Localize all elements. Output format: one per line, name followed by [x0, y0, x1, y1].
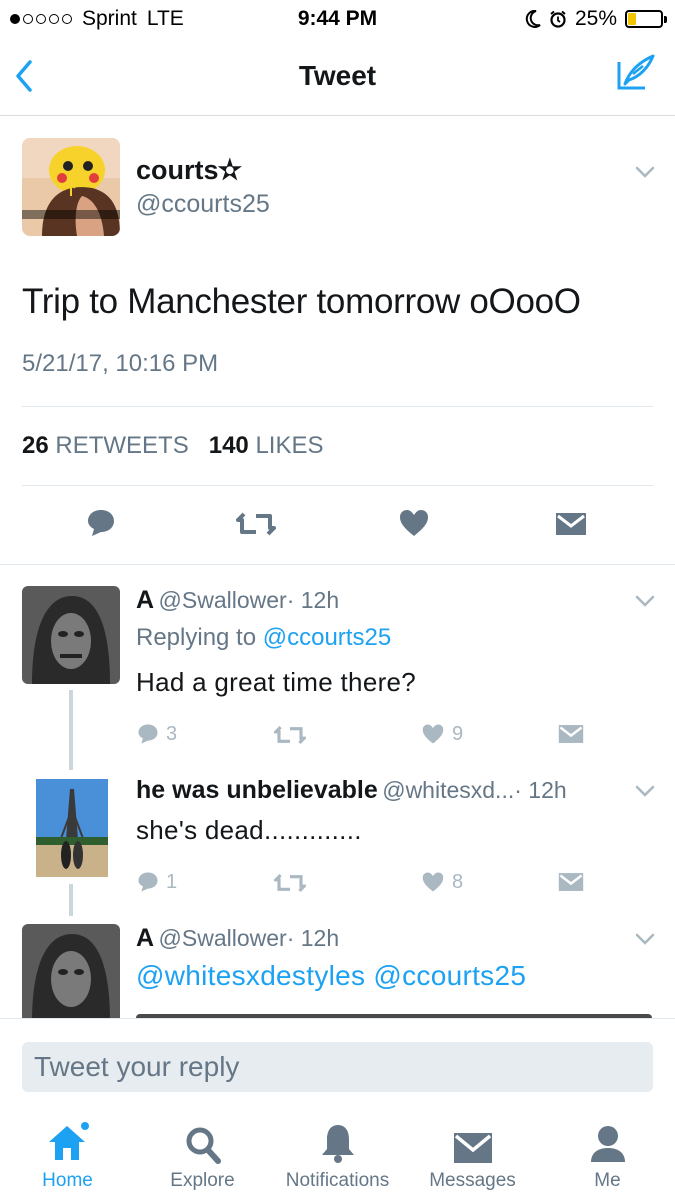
divider — [0, 564, 675, 565]
reply-header: A @Swallower· 12h — [136, 586, 339, 615]
thread-line — [69, 690, 73, 770]
reply-text: she's dead............. — [136, 815, 362, 845]
person-icon — [590, 1126, 625, 1162]
tab-home[interactable]: Home — [0, 1112, 135, 1192]
replying-to: Replying to @ccourts25 — [136, 624, 391, 652]
tweet-text: Trip to Manchester tomorrow oOooO — [22, 282, 581, 321]
reply-text: @whitesxdestyles @ccourts25 — [136, 960, 526, 992]
reply-author-handle[interactable]: @whitesxd... — [382, 777, 514, 803]
author-handle[interactable]: @ccourts25 — [136, 190, 270, 219]
replying-to-handle[interactable]: @ccourts25 — [263, 624, 391, 651]
reply-icon[interactable] — [136, 871, 160, 893]
battery-fill — [628, 13, 636, 25]
heart-icon[interactable] — [398, 508, 430, 538]
reply-count: 1 — [166, 871, 178, 893]
envelope-icon[interactable] — [558, 872, 584, 892]
chevron-down-icon[interactable] — [634, 932, 656, 946]
retweets-label[interactable]: RETWEETS — [55, 432, 188, 459]
like-count[interactable]: 140 — [209, 432, 249, 459]
moon-icon — [525, 10, 541, 28]
nav-bar: Tweet — [0, 38, 675, 116]
envelope-icon — [453, 1133, 492, 1163]
reply-icon[interactable] — [136, 723, 160, 745]
thread-line — [69, 884, 73, 916]
chevron-down-icon[interactable] — [634, 165, 656, 179]
chevron-down-icon[interactable] — [634, 784, 656, 798]
battery-percent: 25% — [574, 7, 617, 30]
reply-avatar[interactable] — [22, 924, 120, 1018]
reply-header: he was unbelievable @whitesxd...· 12h — [136, 776, 567, 805]
divider — [22, 485, 653, 486]
reply-avatar[interactable] — [22, 586, 120, 684]
alarm-icon — [550, 10, 566, 28]
reply-time: · 12h — [514, 777, 567, 803]
tab-label: Notifications — [285, 1170, 390, 1191]
author-avatar[interactable] — [22, 138, 120, 236]
tab-messages[interactable]: Messages — [405, 1112, 540, 1192]
retweet-icon[interactable] — [274, 724, 306, 746]
reply-time: · 12h — [286, 587, 340, 613]
tweet-actions — [0, 504, 675, 544]
replying-to-prefix: Replying to — [136, 624, 257, 651]
avatar-pikachu-image — [22, 138, 120, 236]
retweet-icon[interactable] — [274, 872, 306, 894]
reply-actions: 3 9 — [136, 721, 636, 747]
like-count: 8 — [452, 871, 464, 893]
avatar-dark-face-image — [22, 586, 120, 684]
author-name[interactable]: courts✫ — [136, 155, 241, 186]
search-icon — [186, 1127, 221, 1164]
reply-author-handle[interactable]: @Swallower — [159, 587, 287, 613]
status-bar: Sprint LTE 9:44 PM 25% — [0, 0, 675, 38]
reply-text: Had a great time there? — [136, 667, 417, 697]
reply-author-name[interactable]: A — [136, 924, 154, 952]
reply-icon[interactable] — [86, 508, 116, 538]
reply-author-name[interactable]: he was unbelievable — [136, 776, 378, 804]
tweet-stats: 26 RETWEETS 140 LIKES — [22, 432, 324, 460]
reply-time: · 12h — [286, 925, 340, 951]
tab-explore[interactable]: Explore — [135, 1112, 270, 1192]
mention-link[interactable]: @whitesxdestyles — [136, 960, 365, 991]
reply-actions: 1 8 — [136, 869, 636, 895]
like-count: 9 — [452, 723, 464, 745]
retweet-count[interactable]: 26 — [22, 432, 49, 459]
tab-me[interactable]: Me — [540, 1112, 675, 1192]
page-title: Tweet — [298, 60, 377, 91]
reply-author-handle[interactable]: @Swallower — [159, 925, 287, 951]
reply-avatar[interactable] — [36, 779, 108, 877]
reply-header: A @Swallower· 12h — [136, 924, 339, 953]
heart-icon[interactable] — [421, 723, 445, 745]
status-right: 25% — [525, 7, 667, 31]
tweet-timestamp: 5/21/17, 10:16 PM — [22, 350, 219, 377]
reply-count: 3 — [166, 723, 178, 745]
reply-author-name[interactable]: A — [136, 586, 154, 614]
bell-icon — [321, 1125, 354, 1163]
chevron-down-icon[interactable] — [634, 594, 656, 608]
likes-label[interactable]: LIKES — [255, 432, 323, 459]
home-icon — [48, 1120, 91, 1160]
envelope-icon[interactable] — [558, 724, 584, 744]
tab-label: Home — [42, 1170, 93, 1191]
tab-bar: Home Explore Notifications Messages Me — [0, 1112, 675, 1200]
tab-notifications[interactable]: Notifications — [270, 1112, 405, 1192]
tab-label: Explore — [170, 1170, 235, 1191]
divider — [0, 1018, 675, 1019]
retweet-icon[interactable] — [236, 510, 276, 538]
avatar-dark-face-image — [22, 924, 120, 1018]
tab-label: Messages — [429, 1170, 516, 1191]
tab-label: Me — [594, 1170, 621, 1191]
reply-input[interactable]: Tweet your reply — [22, 1042, 653, 1092]
envelope-icon[interactable] — [555, 512, 587, 536]
heart-icon[interactable] — [421, 871, 445, 893]
compose-icon[interactable] — [613, 52, 657, 96]
divider — [22, 406, 653, 407]
avatar-eiffel-tower-image — [36, 779, 108, 877]
battery-icon — [625, 10, 667, 28]
mention-link[interactable]: @ccourts25 — [373, 960, 526, 991]
